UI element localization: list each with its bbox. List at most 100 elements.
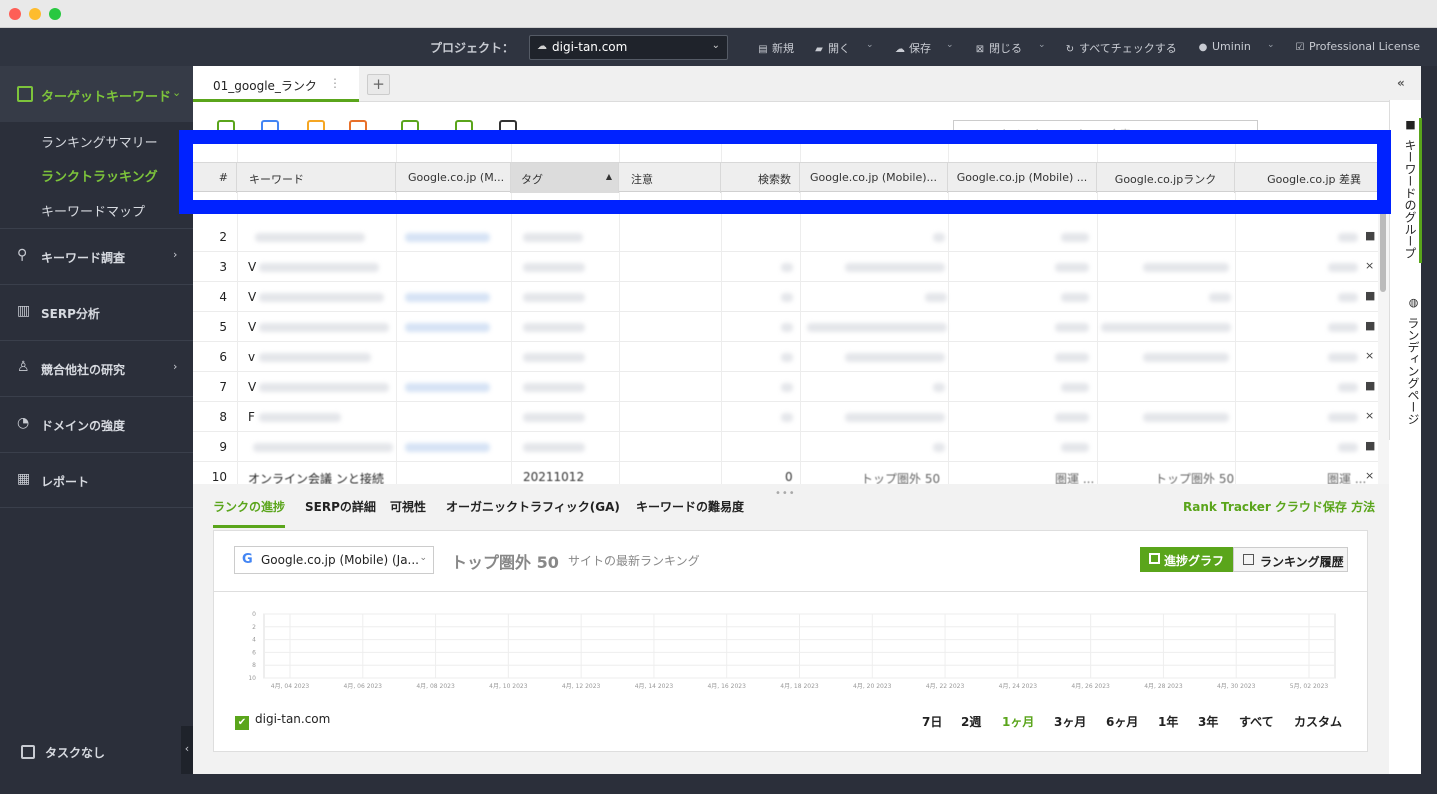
minimize-window-button[interactable] (29, 8, 41, 20)
save-dropdown-icon[interactable]: ⌄ (946, 40, 954, 50)
blurred-cell (781, 353, 793, 362)
pane-splitter-handle[interactable]: ••• (775, 488, 796, 499)
sidebar-item-reports[interactable]: ▦ レポート (0, 452, 193, 508)
row-status-marker[interactable]: × (1365, 259, 1374, 272)
range-7d[interactable]: 7日 (922, 713, 942, 730)
row-status-marker[interactable]: ■ (1365, 319, 1375, 332)
gauge-icon: ◔ (17, 415, 30, 431)
table-row[interactable]: 8 F × (193, 402, 1378, 432)
user-icon: ● (1198, 42, 1208, 53)
range-1y[interactable]: 1年 (1158, 713, 1178, 730)
range-6m[interactable]: 6ヶ月 (1106, 713, 1138, 730)
sidebar-item-keyword-map[interactable]: キーワードマップ (41, 201, 145, 220)
ranking-history-button[interactable]: ランキング履歴 (1233, 547, 1348, 572)
tab-label: 01_google_ランク (213, 79, 317, 93)
row-status-marker[interactable]: ■ (1365, 379, 1375, 392)
add-tab-button[interactable]: + (367, 74, 390, 95)
row-status-marker[interactable]: × (1365, 469, 1374, 482)
open-button[interactable]: ▰ 開く (813, 40, 850, 56)
blurred-cell (925, 293, 947, 302)
range-1m[interactable]: 1ヶ月 (1002, 713, 1034, 730)
check-all-button[interactable]: ↻ すべてチェックする (1064, 40, 1177, 56)
subtab-visibility[interactable]: 可視性 (390, 498, 426, 515)
chart-legend[interactable]: ✔ digi-tan.com (235, 712, 330, 730)
subtab-organic-traffic[interactable]: オーガニックトラフィック(GA) (446, 498, 620, 515)
subtab-keyword-difficulty[interactable]: キーワードの難易度 (636, 498, 744, 515)
sidebar-item-domain-strength[interactable]: ◔ ドメインの強度 (0, 396, 193, 452)
row-index: 2 (219, 230, 227, 244)
tab-google-rank[interactable]: 01_google_ランク ⋮ (193, 66, 359, 102)
row-status-marker[interactable]: × (1365, 349, 1374, 362)
table-row[interactable]: 10 オンライン会議 ンと接続 20211012 0 トップ圏外 50 圏運 .… (193, 462, 1378, 484)
collapse-right-panel-icon[interactable]: « (1397, 76, 1405, 90)
blurred-cell (523, 383, 585, 392)
blurred-cell (405, 293, 490, 302)
row-keyword: オンライン会議 ンと接続 (248, 472, 384, 484)
close-project-button[interactable]: ⊠ 閉じる (974, 40, 1022, 56)
blurred-cell (1328, 323, 1358, 332)
rank-tracker-cloud-link[interactable]: Rank Tracker クラウド保存 方法 (1183, 498, 1375, 515)
subtab-serp-details[interactable]: SERPの詳細 (305, 498, 376, 515)
table-row[interactable]: 5 V ■ (193, 312, 1378, 342)
sidebar-section-target-keywords[interactable]: ターゲットキーワード ⌄ (0, 66, 193, 122)
details-pane: ••• ランクの進捗 SERPの詳細 可視性 オーガニックトラフィック(GA) … (193, 484, 1389, 774)
row-status-marker[interactable]: ■ (1365, 289, 1375, 302)
chart-x-tick-label: 4月, 22 2023 (926, 683, 965, 690)
close-label: 閉じる (989, 42, 1022, 55)
table-row[interactable]: 6 v × (193, 342, 1378, 372)
new-button[interactable]: ▤ 新規 (757, 40, 794, 56)
range-3m[interactable]: 3ヶ月 (1054, 713, 1086, 730)
sidebar-item-serp-analysis[interactable]: ▥ SERP分析 (0, 284, 193, 340)
close-dropdown-icon[interactable]: ⌄ (1038, 40, 1046, 50)
table-row[interactable]: 9 ■ (193, 432, 1378, 462)
table-row[interactable]: 4 V ■ (193, 282, 1378, 312)
project-select[interactable]: ☁ digi-tan.com ⌄ (529, 35, 728, 60)
close-window-button[interactable] (9, 8, 21, 20)
blurred-cell (1055, 413, 1089, 422)
open-dropdown-icon[interactable]: ⌄ (866, 40, 874, 50)
side-tab-landing-pages[interactable]: ◍ ランディングページ (1390, 296, 1422, 436)
zoom-window-button[interactable] (49, 8, 61, 20)
sidebar-item-competitor-research[interactable]: ♙ 競合他社の研究 › (0, 340, 193, 396)
chart-x-tick-label: 4月, 10 2023 (489, 683, 528, 690)
sidebar-item-rank-tracking[interactable]: ランクトラッキング (41, 166, 158, 185)
chart-y-tick-label: 0 (252, 611, 256, 618)
license-button[interactable]: ☑ Professional License (1294, 40, 1421, 53)
scrollbar-thumb[interactable] (1380, 202, 1386, 292)
blurred-cell (405, 233, 490, 242)
blurred-cell (807, 323, 947, 332)
chart-x-tick-label: 4月, 24 2023 (999, 683, 1038, 690)
user-dropdown-icon[interactable]: ⌄ (1267, 40, 1275, 50)
latest-rank-caption: サイトの最新ランキング (568, 554, 700, 568)
row-keyword: F (248, 410, 255, 424)
subtab-rank-progress[interactable]: ランクの進捗 (213, 498, 286, 528)
row-status-marker[interactable]: × (1365, 409, 1374, 422)
blurred-cell (1061, 383, 1089, 392)
range-3y[interactable]: 3年 (1198, 713, 1218, 730)
table-row[interactable]: 2 ■ (193, 222, 1378, 252)
new-label: 新規 (772, 42, 794, 55)
legend-site-label: digi-tan.com (255, 712, 331, 726)
range-2w[interactable]: 2週 (961, 713, 981, 730)
chart-y-tick-label: 8 (252, 662, 256, 669)
task-status[interactable]: タスクなし (21, 744, 105, 761)
table-row[interactable]: 3 V × (193, 252, 1378, 282)
search-engine-select[interactable]: G Google.co.jp (Mobile) (Ja... ⌄ (234, 546, 434, 574)
save-button[interactable]: ☁ 保存 (894, 40, 931, 56)
range-all[interactable]: すべて (1239, 713, 1274, 730)
blurred-cell (845, 353, 945, 362)
sidebar-collapse-button[interactable]: ‹ (181, 726, 193, 774)
blurred-cell (259, 353, 371, 362)
progress-graph-button[interactable]: 進捗グラフ (1140, 547, 1233, 572)
tab-menu-icon[interactable]: ⋮ (329, 76, 341, 90)
table-row[interactable]: 7 V ■ (193, 372, 1378, 402)
user-menu-button[interactable]: ● Uminin (1197, 40, 1251, 53)
range-custom[interactable]: カスタム (1294, 713, 1342, 730)
sidebar-item-ranking-summary[interactable]: ランキングサマリー (41, 132, 158, 151)
row-status-marker[interactable]: ■ (1365, 439, 1375, 452)
side-tab-keyword-groups[interactable]: ■ キーワードのグループ (1390, 118, 1422, 263)
sidebar-item-keyword-research[interactable]: ⚲ キーワード調査 › (0, 228, 193, 284)
folder-icon: ▰ (815, 44, 823, 55)
row-status-marker[interactable]: ■ (1365, 229, 1375, 242)
checkbox-checked-icon[interactable]: ✔ (235, 716, 249, 730)
